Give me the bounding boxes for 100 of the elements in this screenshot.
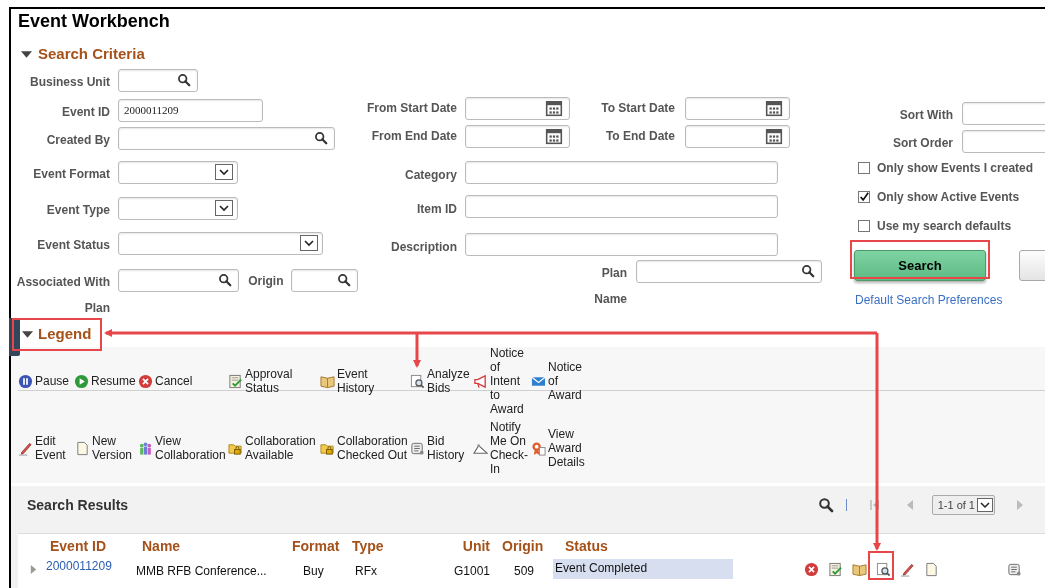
input-field[interactable] — [291, 268, 358, 292]
legend-label: Collaboration Available — [245, 434, 317, 462]
preferences-link[interactable]: Default Search Preferences — [845, 291, 1003, 309]
dropdown-icon[interactable] — [215, 200, 233, 216]
magnifier-document-icon — [410, 373, 425, 389]
field-label: Plan — [600, 264, 627, 282]
search-icon — [177, 73, 191, 87]
page-selector[interactable]: 1-1 of 1 — [931, 495, 995, 515]
input-field[interactable] — [118, 126, 335, 150]
input-field[interactable] — [962, 101, 1045, 125]
search-icon — [801, 264, 815, 278]
expand-icon[interactable] — [29, 563, 38, 575]
calendar-icon — [765, 127, 783, 145]
field-label: To Start Date — [600, 100, 675, 117]
input-field[interactable] — [465, 194, 778, 218]
field-label: Event ID — [61, 104, 110, 121]
cancel-icon[interactable] — [804, 561, 819, 577]
field-label: Associated With — [15, 274, 110, 291]
dropdown-field[interactable] — [118, 231, 323, 255]
input-field[interactable] — [636, 259, 822, 283]
collapse-icon[interactable] — [22, 328, 33, 340]
legend-label: New Version — [92, 434, 134, 462]
input-field[interactable] — [685, 124, 790, 148]
cancel-icon — [138, 373, 153, 389]
column-header: Format — [292, 538, 340, 554]
field-label: Name — [593, 291, 627, 308]
column-header: Type — [352, 538, 384, 554]
legend-label: Notice of Award — [548, 360, 583, 402]
document-icon[interactable] — [924, 561, 939, 577]
search-icon — [314, 131, 328, 145]
checkbox-label: Only show Active Events — [877, 189, 1020, 206]
checkbox[interactable] — [858, 191, 870, 203]
legend-label: Notify Me On Check-In — [490, 420, 528, 476]
legend-label: Bid History — [427, 434, 466, 462]
checkbox[interactable] — [858, 162, 870, 174]
input-field[interactable]: 2000011209 — [118, 98, 263, 122]
field-label: Event Status — [36, 237, 110, 254]
checkbox-label: Use my search defaults — [877, 218, 1012, 235]
field-label: Plan — [83, 300, 110, 317]
input-field[interactable] — [962, 129, 1045, 153]
section-title: Search Results — [27, 495, 130, 515]
input-field[interactable] — [685, 96, 790, 120]
legend-label: Notice of Intent to Award — [490, 346, 525, 416]
page-title: Event Workbench — [17, 10, 170, 32]
ribbon-icon — [531, 440, 546, 456]
calendar-icon — [765, 99, 783, 117]
column-header: Origin — [502, 538, 544, 554]
collapse-icon[interactable] — [21, 48, 32, 60]
input-field[interactable] — [465, 232, 778, 256]
book-icon — [320, 373, 335, 389]
field-label: Event Format — [32, 166, 110, 183]
scroll-icon[interactable] — [1007, 561, 1022, 577]
legend-label: Resume — [91, 374, 136, 388]
calendar-icon — [545, 99, 563, 117]
input-field[interactable] — [465, 96, 570, 120]
status-cell: Event Completed — [553, 559, 733, 579]
dropdown-icon[interactable] — [300, 235, 318, 251]
search-icon — [817, 497, 834, 513]
field-label: Sort With — [898, 106, 953, 124]
search-button[interactable]: Search — [854, 250, 986, 281]
pencil-icon — [18, 440, 33, 456]
field-label: Category — [404, 166, 457, 184]
field-label: Description — [390, 238, 457, 256]
megaphone-icon — [473, 373, 488, 389]
legend-label: Pause — [35, 374, 70, 388]
column-header: Unit — [462, 538, 490, 554]
dropdown-field[interactable] — [118, 160, 238, 184]
search-icon — [218, 273, 233, 287]
section-title: Search Criteria — [38, 43, 145, 64]
dropdown-icon[interactable] — [977, 498, 993, 512]
input-field[interactable] — [118, 68, 198, 92]
dropdown-field[interactable] — [118, 196, 238, 220]
legend-label: Edit Event — [35, 434, 67, 462]
input-field[interactable] — [465, 160, 778, 184]
play-icon — [74, 373, 89, 389]
input-field[interactable] — [465, 124, 570, 148]
checkbox-label: Only show Events I created — [877, 160, 1034, 177]
field-label: Sort Order — [892, 134, 953, 152]
book-icon[interactable] — [852, 561, 867, 577]
legend-label: Approval Status — [245, 367, 294, 395]
pencil-icon[interactable] — [900, 561, 915, 577]
field-label: From Start Date — [365, 100, 457, 117]
event-id-link[interactable]: 2000011209 — [46, 557, 112, 575]
table-cell-text: G1001 — [453, 563, 490, 580]
legend-label: View Award Details — [548, 427, 586, 469]
column-header: Status — [565, 538, 608, 554]
magnifier-document-icon[interactable] — [876, 561, 891, 577]
field-label: From End Date — [370, 128, 457, 145]
calendar-icon — [545, 127, 563, 145]
legend-label: Cancel — [155, 374, 193, 388]
dropdown-icon[interactable] — [215, 164, 233, 180]
field-label: Origin — [248, 273, 284, 290]
table-cell-text: MMB RFB Conference... — [136, 563, 267, 580]
checkbox[interactable] — [858, 220, 870, 232]
highlight-box — [868, 551, 894, 580]
checklist-icon[interactable] — [828, 561, 843, 577]
input-field[interactable] — [118, 268, 240, 292]
column-header: Event ID — [50, 538, 106, 554]
field-label: Created By — [45, 132, 110, 149]
legend-label: View Collaboration — [155, 434, 227, 462]
